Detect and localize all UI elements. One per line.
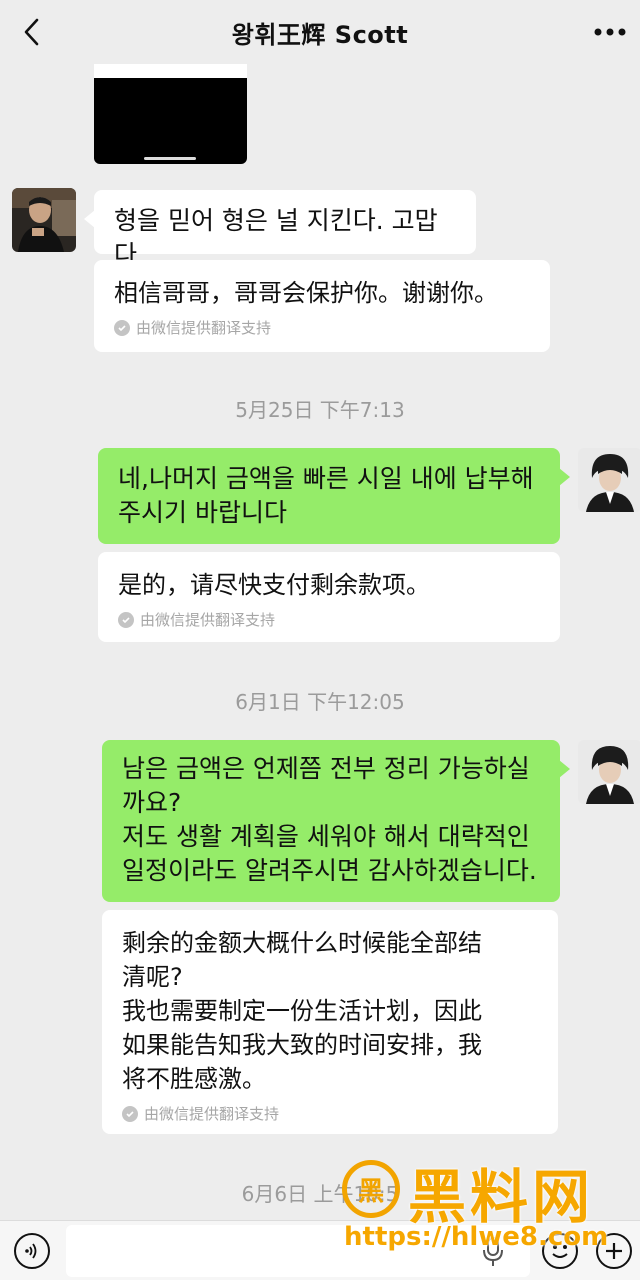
translation-line: 将不胜感激。 xyxy=(122,1065,266,1093)
translation-card[interactable]: 相信哥哥，哥哥会保护你。谢谢你。 由微信提供翻译支持 xyxy=(94,260,550,352)
translation-text: 相信哥哥，哥哥会保护你。谢谢你。 xyxy=(114,279,498,307)
voice-icon xyxy=(25,1243,37,1259)
message-line: 까요? xyxy=(122,788,182,817)
check-icon xyxy=(122,1106,138,1122)
translation-line: 如果能告知我大致的时间安排，我 xyxy=(122,1031,482,1059)
message-line: 일정이라도 알려주시면 감사하겠습니다. xyxy=(122,856,537,885)
avatar-self[interactable] xyxy=(578,740,640,804)
message-list[interactable]: 형을 믿어 형은 널 지킨다. 고맙다 相信哥哥，哥哥会保护你。谢谢你。 由微信… xyxy=(0,64,640,1220)
translation-note-text: 由微信提供翻译支持 xyxy=(140,611,276,629)
timestamp: 6月6日 上午10:5 xyxy=(241,1182,399,1206)
chat-title: 왕휘王辉 Scott xyxy=(231,20,409,49)
emoji-button[interactable] xyxy=(542,1233,578,1269)
check-icon xyxy=(118,612,134,628)
more-dots-icon xyxy=(594,28,626,36)
check-icon xyxy=(114,320,130,336)
emoji-icon xyxy=(552,1245,568,1258)
translation-card[interactable]: 剩余的金额大概什么时候能全部结 清呢? 我也需要制定一份生活计划，因此 如果能告… xyxy=(102,910,558,1134)
image-message[interactable] xyxy=(94,64,247,164)
mic-icon[interactable] xyxy=(482,1237,504,1267)
translation-line: 剩余的金额大概什么时候能全部结 xyxy=(122,929,482,957)
image-message-header xyxy=(94,64,247,78)
message-line: 저도 생활 계획을 세워야 해서 대략적인 xyxy=(122,822,530,851)
message-line: 남은 금액은 언제쯤 전부 정리 가능하실 xyxy=(122,754,530,783)
avatar-contact[interactable] xyxy=(12,188,76,252)
chevron-left-icon xyxy=(24,18,39,46)
plus-icon xyxy=(606,1243,622,1259)
translation-note: 由微信提供翻译支持 xyxy=(114,318,530,338)
voice-button[interactable] xyxy=(14,1233,50,1269)
plus-button[interactable] xyxy=(596,1233,632,1269)
translation-card[interactable]: 是的，请尽快支付剩余款项。 由微信提供翻译支持 xyxy=(98,552,560,642)
translation-note-text: 由微信提供翻译支持 xyxy=(136,319,272,337)
thumb-home-bar xyxy=(144,157,196,160)
timestamp: 5月25日 下午7:13 xyxy=(235,398,405,422)
message-input[interactable] xyxy=(66,1225,530,1277)
chat-header: 왕휘王辉 Scott xyxy=(0,0,640,64)
message-text: 네,나머지 금액을 빠른 시일 내에 납부해 주시기 바랍니다 xyxy=(118,464,534,527)
avatar-self[interactable] xyxy=(578,448,640,512)
translation-line: 清呢? xyxy=(122,963,183,991)
translation-text: 是的，请尽快支付剩余款项。 xyxy=(118,571,430,599)
message-bubble-incoming[interactable]: 형을 믿어 형은 널 지킨다. 고맙다 xyxy=(84,190,476,269)
self-avatar-image xyxy=(578,740,640,804)
translation-line: 我也需要制定一份生活计划，因此 xyxy=(122,997,482,1025)
translation-note: 由微信提供翻译支持 xyxy=(122,1104,538,1124)
translation-note-text: 由微信提供翻译支持 xyxy=(144,1105,280,1123)
input-bar xyxy=(0,1220,640,1280)
back-button[interactable] xyxy=(14,14,50,50)
more-button[interactable] xyxy=(588,14,632,50)
self-avatar-image xyxy=(578,448,640,512)
message-bubble-outgoing[interactable]: 남은 금액은 언제쯤 전부 정리 가능하실 까요? 저도 생활 계획을 세워야 … xyxy=(102,740,570,902)
translation-note: 由微信提供翻译支持 xyxy=(118,610,540,630)
message-bubble-outgoing[interactable]: 네,나머지 금액을 빠른 시일 내에 납부해 주시기 바랍니다 xyxy=(98,448,570,544)
contact-avatar-image xyxy=(12,188,76,252)
timestamp: 6月1日 下午12:05 xyxy=(235,690,405,714)
